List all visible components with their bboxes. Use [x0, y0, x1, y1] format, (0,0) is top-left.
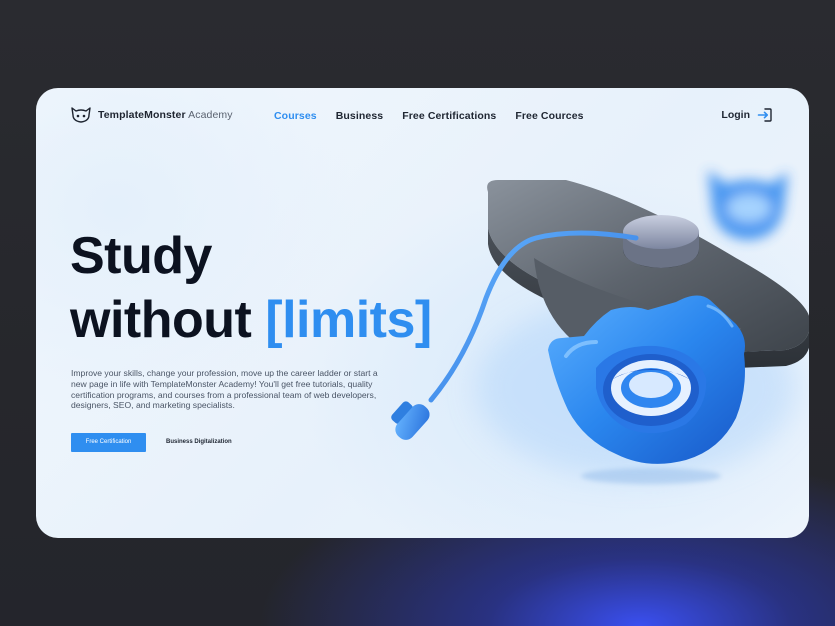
nav-item-free-certifications[interactable]: Free Certifications: [402, 110, 496, 122]
free-certification-button[interactable]: Free Certification: [71, 433, 146, 452]
brand-logo[interactable]: TemplateMonster Academy: [70, 107, 233, 123]
brand-name: TemplateMonster Academy: [98, 109, 233, 121]
hero-title-line1: Study: [70, 227, 212, 285]
hero-title: Study without [limits]: [70, 224, 432, 352]
hero-description: Improve your skills, change your profess…: [71, 368, 378, 411]
landing-card: TemplateMonster Academy Courses Business…: [36, 88, 809, 538]
nav-item-business[interactable]: Business: [336, 110, 384, 122]
cat-logo-icon: [71, 107, 91, 123]
nav-item-free-cources[interactable]: Free Cources: [515, 110, 583, 122]
nav-item-courses[interactable]: Courses: [274, 110, 317, 122]
login-label: Login: [721, 109, 750, 121]
main-nav: Courses Business Free Certifications Fre…: [274, 110, 584, 122]
hero-title-line2-prefix: without: [70, 291, 266, 349]
business-digitalization-button[interactable]: Business Digitalization: [166, 433, 232, 452]
hero-title-accent: [limits]: [265, 291, 432, 349]
login-arrow-icon: [757, 108, 772, 122]
login-button[interactable]: Login: [721, 107, 773, 123]
